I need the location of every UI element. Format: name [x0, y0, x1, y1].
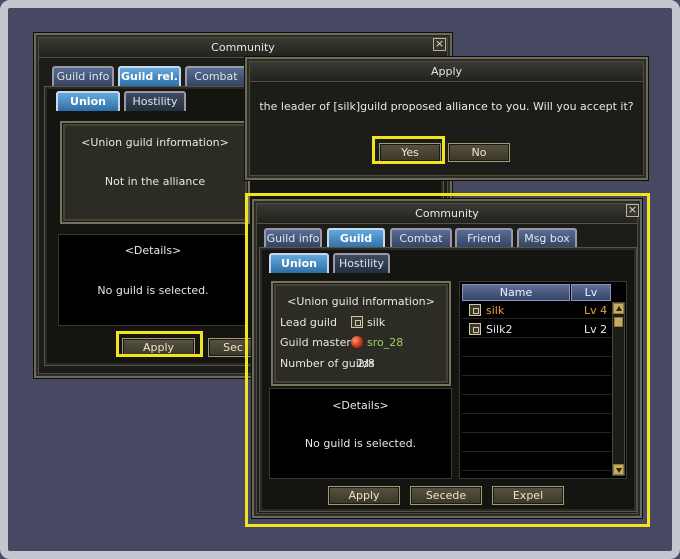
window-title: Community	[39, 38, 447, 58]
details-box: <Details> No guild is selected.	[58, 234, 248, 326]
tab-combat[interactable]: Combat	[185, 66, 247, 86]
subtab-union[interactable]: Union	[56, 91, 120, 111]
union-info-box: <Union guild information> Not in the all…	[60, 121, 250, 224]
yes-button-highlight	[372, 136, 445, 164]
alliance-status: Not in the alliance	[104, 175, 206, 188]
community-window-highlight	[245, 193, 650, 527]
close-icon[interactable]: ×	[433, 38, 446, 51]
apply-button-highlight	[116, 331, 203, 357]
union-info-title: <Union guild information>	[81, 136, 229, 149]
tab-guild-info[interactable]: Guild info	[52, 66, 114, 86]
details-text: No guild is selected.	[97, 284, 209, 297]
tab-guild-rel[interactable]: Guild rel.	[118, 66, 181, 86]
no-button[interactable]: No	[448, 143, 510, 162]
subtab-hostility[interactable]: Hostility	[124, 91, 186, 111]
dialog-title: Apply	[250, 62, 643, 82]
apply-dialog: Apply the leader of [silk]guild proposed…	[245, 57, 648, 180]
alliance-proposal-message: the leader of [silk]guild proposed allia…	[259, 100, 634, 113]
details-title: <Details>	[124, 244, 182, 257]
